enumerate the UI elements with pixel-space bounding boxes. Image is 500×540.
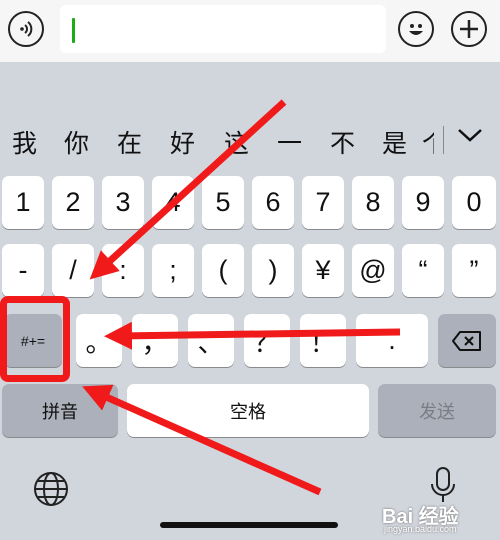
annotation-arrow [104,321,401,350]
annotation-arrows [82,99,401,496]
annotation-arrow [89,99,287,280]
annotation-arrow [82,384,322,496]
